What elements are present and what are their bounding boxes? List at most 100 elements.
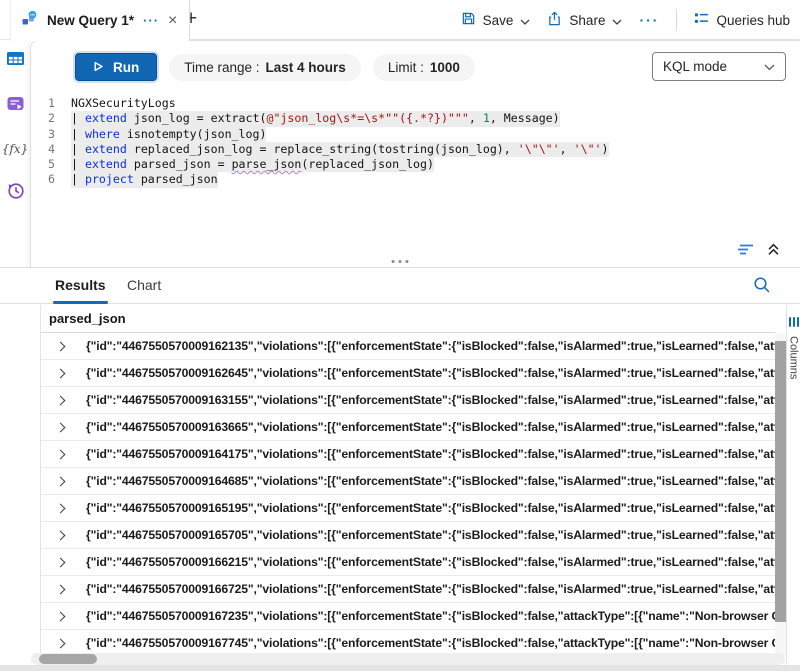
queries-hub-button[interactable]: Queries hub — [694, 11, 790, 29]
query-editor[interactable]: 1NGXSecurityLogs2| extend json_log = ext… — [31, 96, 798, 188]
columns-panel-tab[interactable]: Columns — [786, 305, 800, 665]
cell-parsed-json: {"id":"4467550570009165705","violations"… — [86, 528, 776, 542]
code-text: | extend replaced_json_log = replace_str… — [71, 142, 609, 157]
columns-icon — [789, 317, 799, 327]
tab-chart[interactable]: Chart — [127, 277, 161, 293]
query-toolbar: Run Time range : Last 4 hours Limit : 10… — [75, 53, 475, 81]
search-results-icon[interactable] — [753, 276, 771, 299]
expand-chevron-icon[interactable] — [56, 422, 66, 432]
expand-chevron-icon[interactable] — [56, 584, 66, 594]
saved-queries-icon[interactable] — [6, 95, 25, 117]
result-row[interactable]: {"id":"4467550570009167235","violations"… — [41, 603, 776, 630]
save-button[interactable]: Save — [461, 11, 531, 29]
expand-chevron-icon[interactable] — [56, 476, 66, 486]
expand-chevron-icon[interactable] — [56, 503, 66, 513]
kql-mode-value: KQL mode — [663, 59, 727, 74]
cell-parsed-json: {"id":"4467550570009162645","violations"… — [86, 366, 776, 380]
grid-rows: {"id":"4467550570009162135","violations"… — [41, 333, 776, 657]
adx-web-ui: New Query 1* ··· × + Save — [0, 0, 800, 671]
more-options-button[interactable]: ··· — [639, 12, 659, 28]
limit-picker[interactable]: Limit : 1000 — [373, 54, 475, 81]
cell-parsed-json: {"id":"4467550570009162135","violations"… — [86, 339, 776, 353]
code-line[interactable]: 6| project parsed_json — [31, 172, 798, 187]
cell-parsed-json: {"id":"4467550570009166725","violations"… — [86, 582, 776, 596]
expand-chevron-icon[interactable] — [56, 611, 66, 621]
code-text: | where isnotempty(json_log) — [71, 127, 266, 142]
line-number: 1 — [31, 96, 71, 111]
run-label: Run — [113, 60, 139, 75]
result-row[interactable]: {"id":"4467550570009162645","violations"… — [41, 360, 776, 387]
top-actions: Save Share ··· — [461, 0, 790, 40]
column-header-parsed-json[interactable]: parsed_json — [41, 305, 775, 333]
cell-parsed-json: {"id":"4467550570009167235","violations"… — [86, 609, 776, 623]
window-bottom-edge — [0, 665, 800, 671]
adx-query-icon — [21, 10, 38, 32]
cell-parsed-json: {"id":"4467550570009164175","violations"… — [86, 447, 776, 461]
expand-chevron-icon[interactable] — [56, 557, 66, 567]
result-row[interactable]: {"id":"4467550570009166215","violations"… — [41, 549, 776, 576]
kql-mode-select[interactable]: KQL mode — [652, 52, 786, 81]
query-history-icon[interactable] — [6, 181, 25, 205]
result-row[interactable]: {"id":"4467550570009165195","violations"… — [41, 495, 776, 522]
functions-icon[interactable]: {fx} — [2, 140, 28, 158]
vertical-scrollbar-thumb[interactable] — [775, 341, 786, 622]
result-row[interactable]: {"id":"4467550570009164175","violations"… — [41, 441, 776, 468]
save-icon — [461, 11, 476, 29]
code-text: | extend json_log = extract(@"json_log\s… — [71, 111, 560, 126]
limit-value: 1000 — [430, 60, 460, 75]
results-tab-strip: Results Chart — [0, 268, 800, 304]
tab-title: New Query 1* — [47, 13, 134, 28]
cell-parsed-json: {"id":"4467550570009166215","violations"… — [86, 555, 776, 569]
cell-parsed-json: {"id":"4467550570009163155","violations"… — [86, 393, 776, 407]
expand-chevron-icon[interactable] — [56, 368, 66, 378]
tab-close-icon[interactable]: × — [168, 14, 177, 28]
code-text: NGXSecurityLogs — [71, 96, 176, 111]
pane-splitter-handle[interactable] — [392, 260, 409, 263]
expand-chevron-icon[interactable] — [56, 341, 66, 351]
left-rail: {fx} — [0, 50, 30, 205]
expand-chevron-icon[interactable] — [56, 449, 66, 459]
tables-view-icon[interactable] — [6, 50, 25, 72]
time-range-picker[interactable]: Time range : Last 4 hours — [169, 54, 361, 81]
code-line[interactable]: 5| extend parsed_json = parse_json(repla… — [31, 157, 798, 172]
collapse-editor-icon[interactable] — [767, 243, 780, 256]
query-tab[interactable]: New Query 1* ··· × — [10, 0, 190, 41]
expand-chevron-icon[interactable] — [56, 530, 66, 540]
result-row[interactable]: {"id":"4467550570009163665","violations"… — [41, 414, 776, 441]
result-row[interactable]: {"id":"4467550570009164685","violations"… — [41, 468, 776, 495]
share-icon — [547, 11, 562, 29]
result-row[interactable]: {"id":"4467550570009165705","violations"… — [41, 522, 776, 549]
result-row[interactable]: {"id":"4467550570009166725","violations"… — [41, 576, 776, 603]
cell-parsed-json: {"id":"4467550570009163665","violations"… — [86, 420, 776, 434]
code-line[interactable]: 4| extend replaced_json_log = replace_st… — [31, 142, 798, 157]
chevron-down-icon — [612, 13, 622, 28]
expand-chevron-icon[interactable] — [56, 395, 66, 405]
recall-results-icon[interactable] — [737, 243, 755, 256]
time-range-label: Time range : — [184, 60, 259, 75]
tab-more-options-icon[interactable]: ··· — [143, 16, 159, 26]
limit-label: Limit : — [388, 60, 424, 75]
time-range-value: Last 4 hours — [266, 60, 346, 75]
active-tab-underline — [53, 301, 108, 304]
line-number: 5 — [31, 157, 71, 172]
query-tab-bar: New Query 1* ··· × + Save — [0, 0, 800, 40]
horizontal-scrollbar-thumb[interactable] — [39, 654, 97, 664]
expand-chevron-icon[interactable] — [56, 638, 66, 648]
code-text: | extend parsed_json = parse_json(replac… — [71, 157, 434, 172]
share-button[interactable]: Share — [547, 11, 622, 29]
tab-results[interactable]: Results — [55, 277, 106, 293]
chevron-down-icon — [764, 59, 775, 74]
code-line[interactable]: 2| extend json_log = extract(@"json_log\… — [31, 111, 798, 126]
cell-parsed-json: {"id":"4467550570009167745","violations"… — [86, 636, 776, 650]
horizontal-scrollbar-track[interactable] — [31, 653, 785, 665]
chevron-down-icon — [520, 13, 530, 28]
result-row[interactable]: {"id":"4467550570009162135","violations"… — [41, 333, 776, 360]
divider — [676, 9, 677, 31]
result-row[interactable]: {"id":"4467550570009163155","violations"… — [41, 387, 776, 414]
cell-parsed-json: {"id":"4467550570009164685","violations"… — [86, 474, 776, 488]
play-icon — [93, 60, 104, 75]
code-line[interactable]: 3| where isnotempty(json_log) — [31, 127, 798, 142]
code-line[interactable]: 1NGXSecurityLogs — [31, 96, 798, 111]
run-button[interactable]: Run — [75, 53, 157, 81]
code-text: | project parsed_json — [71, 172, 218, 187]
